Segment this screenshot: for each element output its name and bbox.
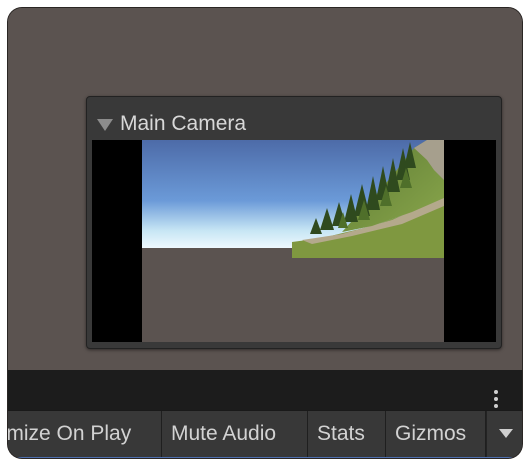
maximize-on-play-button[interactable]: Maximize On Play [8, 411, 162, 457]
camera-preview-title: Main Camera [120, 112, 247, 135]
camera-preview-header[interactable]: Main Camera [87, 97, 501, 139]
unity-editor-window: Main Camera mize On Play Mute Audio Stat… [8, 8, 522, 458]
gizmos-dropdown[interactable] [486, 411, 522, 457]
camera-preview-overlay: Main Camera [86, 96, 502, 349]
vertical-ellipsis-icon[interactable] [494, 389, 500, 411]
stats-button[interactable]: Stats [308, 411, 386, 457]
mute-audio-button[interactable]: Mute Audio [162, 411, 308, 457]
triangle-down-icon[interactable] [97, 119, 113, 131]
game-view-panel: Maximize On Play Mute Audio Stats Gizmos [8, 370, 522, 458]
camera-preview-viewport [92, 140, 496, 342]
chevron-down-icon [499, 429, 513, 438]
game-view-content-edge [8, 457, 522, 458]
camera-render-image [142, 140, 444, 342]
game-view-toolbar: Maximize On Play Mute Audio Stats Gizmos [8, 410, 522, 457]
scene-view[interactable]: Main Camera [8, 8, 522, 370]
gizmos-button[interactable]: Gizmos [386, 411, 486, 457]
